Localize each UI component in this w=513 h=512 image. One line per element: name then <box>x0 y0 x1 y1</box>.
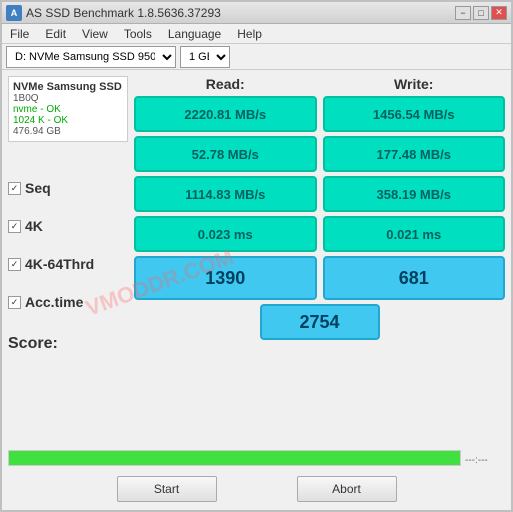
drive-id: 1B0Q <box>13 93 123 104</box>
cache-status: 1024 K - OK <box>13 115 123 126</box>
4k64-write-cell: 358.19 MB/s <box>323 176 506 212</box>
bottom-area: ---:--- Start Abort <box>2 446 511 510</box>
nvme-status: nvme - OK <box>13 104 123 115</box>
title-bar-left: A AS SSD Benchmark 1.8.5636.37293 <box>6 5 221 21</box>
left-panel: NVMe Samsung SSD 1B0Q nvme - OK 1024 K -… <box>8 76 128 440</box>
4k-label: 4K <box>25 218 43 234</box>
bench-label-rows: ✓ Seq ✓ 4K ✓ 4K-64Thrd ✓ Acc.time <box>8 170 128 366</box>
4k64-read-cell: 1114.83 MB/s <box>134 176 317 212</box>
acc-write-cell: 0.021 ms <box>323 216 506 252</box>
4k64-label: 4K-64Thrd <box>25 256 94 272</box>
4k-read-cell: 52.78 MB/s <box>134 136 317 172</box>
4k-checkbox[interactable]: ✓ <box>8 220 21 233</box>
close-button[interactable]: ✕ <box>491 6 507 20</box>
4k64-data-row: 1114.83 MB/s 358.19 MB/s <box>134 176 505 212</box>
seq-label: Seq <box>25 180 51 196</box>
score-write-cell: 681 <box>323 256 506 300</box>
score-total-cell: 2754 <box>260 304 380 340</box>
acc-label: Acc.time <box>25 294 83 310</box>
4k64-label-row: ✓ 4K-64Thrd <box>8 246 128 282</box>
speed-text: ---:--- <box>465 455 505 466</box>
minimize-button[interactable]: − <box>455 6 471 20</box>
score-section: 1390 681 2754 <box>134 256 505 344</box>
read-header: Read: <box>134 76 317 92</box>
acc-read-cell: 0.023 ms <box>134 216 317 252</box>
window-title: AS SSD Benchmark 1.8.5636.37293 <box>26 6 221 20</box>
seq-data-row: 2220.81 MB/s 1456.54 MB/s <box>134 96 505 132</box>
menu-help[interactable]: Help <box>233 25 266 43</box>
main-wrapper: VMODDR.COM NVMe Samsung SSD 1B0Q nvme - … <box>2 70 511 510</box>
acc-data-row: 0.023 ms 0.021 ms <box>134 216 505 252</box>
menu-bar: File Edit View Tools Language Help <box>2 24 511 44</box>
menu-tools[interactable]: Tools <box>120 25 156 43</box>
start-button[interactable]: Start <box>117 476 217 502</box>
4k-write-cell: 177.48 MB/s <box>323 136 506 172</box>
toolbar: D: NVMe Samsung SSD 950 1 GB <box>2 44 511 70</box>
progress-row: ---:--- <box>8 450 505 470</box>
menu-view[interactable]: View <box>78 25 112 43</box>
maximize-button[interactable]: □ <box>473 6 489 20</box>
score-data-row: 1390 681 <box>134 256 505 300</box>
write-header: Write: <box>323 76 506 92</box>
acc-checkbox[interactable]: ✓ <box>8 296 21 309</box>
score-label: Score: <box>8 335 58 353</box>
drive-size: 476.94 GB <box>13 126 123 137</box>
seq-checkbox[interactable]: ✓ <box>8 182 21 195</box>
score-label-row: Score: <box>8 322 128 366</box>
score-read-cell: 1390 <box>134 256 317 300</box>
app-icon: A <box>6 5 22 21</box>
right-panel: Read: Write: 2220.81 MB/s 1456.54 MB/s 5… <box>134 76 505 440</box>
seq-label-row: ✓ Seq <box>8 170 128 206</box>
4k64-checkbox[interactable]: ✓ <box>8 258 21 271</box>
seq-write-cell: 1456.54 MB/s <box>323 96 506 132</box>
4k-label-row: ✓ 4K <box>8 208 128 244</box>
abort-button[interactable]: Abort <box>297 476 397 502</box>
score-total-row: 2754 <box>134 304 505 340</box>
menu-language[interactable]: Language <box>164 25 225 43</box>
main-content: NVMe Samsung SSD 1B0Q nvme - OK 1024 K -… <box>2 70 511 446</box>
size-select[interactable]: 1 GB <box>180 46 230 68</box>
headers-row: Read: Write: <box>134 76 505 92</box>
4k-data-row: 52.78 MB/s 177.48 MB/s <box>134 136 505 172</box>
main-window: A AS SSD Benchmark 1.8.5636.37293 − □ ✕ … <box>0 0 513 512</box>
buttons-row: Start Abort <box>8 476 505 502</box>
acc-label-row: ✓ Acc.time <box>8 284 128 320</box>
data-rows: 2220.81 MB/s 1456.54 MB/s 52.78 MB/s 177… <box>134 96 505 252</box>
menu-edit[interactable]: Edit <box>41 25 70 43</box>
seq-read-cell: 2220.81 MB/s <box>134 96 317 132</box>
drive-name: NVMe Samsung SSD <box>13 81 123 93</box>
progress-bar-container <box>8 450 461 466</box>
menu-file[interactable]: File <box>6 25 33 43</box>
title-bar: A AS SSD Benchmark 1.8.5636.37293 − □ ✕ <box>2 2 511 24</box>
drive-select[interactable]: D: NVMe Samsung SSD 950 <box>6 46 176 68</box>
drive-info: NVMe Samsung SSD 1B0Q nvme - OK 1024 K -… <box>8 76 128 142</box>
progress-bar-fill <box>9 451 460 465</box>
title-buttons: − □ ✕ <box>455 6 507 20</box>
